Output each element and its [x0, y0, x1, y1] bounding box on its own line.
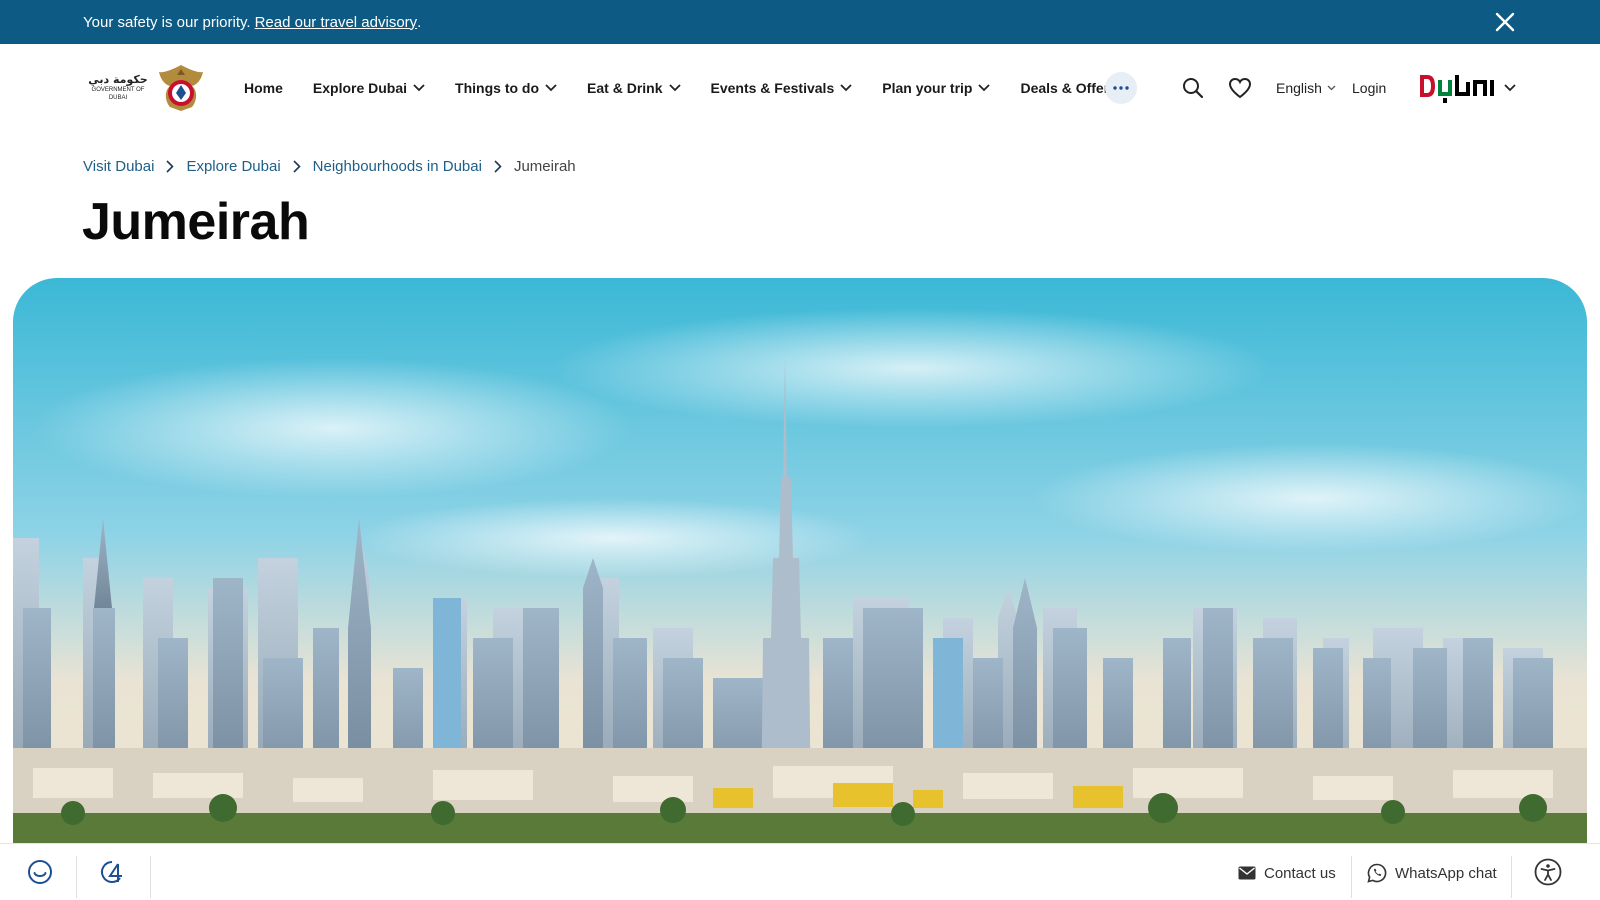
nav-label: Things to do — [455, 80, 540, 96]
language-selector[interactable]: English — [1276, 74, 1336, 102]
smiley-icon — [28, 860, 52, 884]
chevron-down-icon — [413, 84, 425, 92]
dubai-wordmark-logo — [1420, 75, 1494, 103]
chevron-down-icon — [1327, 85, 1336, 91]
nav-item-things-to-do[interactable]: Things to do — [455, 80, 557, 96]
nav-label: Home — [244, 80, 283, 96]
breadcrumb-neighbourhoods[interactable]: Neighbourhoods in Dubai — [313, 158, 482, 175]
chevron-right-icon — [494, 160, 502, 173]
accessibility-button[interactable] — [1528, 850, 1568, 894]
clock-24-icon — [101, 861, 122, 883]
search-button[interactable] — [1182, 74, 1204, 102]
favorites-button[interactable] — [1228, 74, 1252, 102]
chevron-down-icon — [1504, 84, 1516, 92]
gov-logo-english: GOVERNMENT OF DUBAI — [91, 87, 145, 101]
breadcrumb-current: Jumeirah — [513, 158, 576, 175]
main-navigation: Home Explore Dubai Things to do Eat & Dr… — [244, 72, 1165, 104]
falcon-emblem-icon — [159, 65, 203, 111]
nav-item-eat-drink[interactable]: Eat & Drink — [587, 80, 681, 96]
nav-label: Eat & Drink — [587, 80, 663, 96]
heart-icon — [1228, 77, 1252, 99]
footer-divider — [76, 856, 77, 898]
travel-advisory-link[interactable]: Read our travel advisory — [255, 14, 418, 31]
nav-label: Deals & Offers — [1020, 80, 1117, 96]
breadcrumb-visit-dubai[interactable]: Visit Dubai — [83, 158, 154, 175]
page-title: Jumeirah — [82, 193, 310, 251]
whatsapp-chat-link[interactable]: WhatsApp chat — [1367, 856, 1497, 890]
feedback-button[interactable] — [20, 850, 60, 894]
nav-label: Events & Festivals — [710, 80, 835, 96]
nav-label: Explore Dubai — [312, 80, 408, 96]
login-link[interactable]: Login — [1352, 74, 1386, 102]
service-24-button[interactable] — [90, 850, 134, 894]
nav-item-plan-your-trip[interactable]: Plan your trip — [882, 80, 991, 96]
search-icon — [1183, 78, 1204, 99]
close-icon[interactable] — [1494, 11, 1516, 33]
advisory-link-suffix: . — [417, 13, 422, 31]
more-menu-button[interactable] — [1105, 72, 1137, 104]
nav-item-explore-dubai[interactable]: Explore Dubai — [313, 80, 425, 96]
gov-logo-text: حكومة دبي GOVERNMENT OF DUBAI — [82, 74, 154, 102]
login-label: Login — [1352, 80, 1387, 96]
chevron-down-icon — [545, 84, 557, 92]
whatsapp-chat-label: WhatsApp chat — [1395, 864, 1497, 882]
mail-icon — [1238, 866, 1256, 880]
hero-image — [13, 278, 1587, 853]
gov-logo-arabic: حكومة دبي — [88, 73, 148, 86]
footer-bar: Contact us WhatsApp chat — [0, 843, 1600, 900]
breadcrumb: Visit Dubai Explore Dubai Neighbourhoods… — [83, 158, 576, 175]
dubai-skyline-image — [13, 278, 1587, 853]
chevron-down-icon — [840, 84, 852, 92]
footer-divider — [1351, 856, 1352, 898]
nav-label: Plan your trip — [882, 80, 973, 96]
advisory-message: Your safety is our priority. — [83, 13, 251, 31]
nav-item-home[interactable]: Home — [244, 80, 283, 96]
contact-us-link[interactable]: Contact us — [1238, 856, 1336, 890]
contact-us-label: Contact us — [1264, 864, 1336, 882]
language-label: English — [1276, 80, 1322, 96]
advisory-banner: Your safety is our priority. Read our tr… — [0, 0, 1600, 44]
chevron-down-icon — [668, 84, 681, 92]
chevron-right-icon — [166, 160, 175, 173]
dubai-brand-logo[interactable] — [1418, 70, 1518, 106]
breadcrumb-explore-dubai[interactable]: Explore Dubai — [186, 158, 280, 175]
more-dots-icon — [1113, 86, 1129, 90]
chevron-right-icon — [293, 160, 301, 173]
government-of-dubai-logo[interactable]: حكومة دبي GOVERNMENT OF DUBAI — [82, 62, 206, 114]
whatsapp-icon — [1367, 863, 1387, 883]
footer-divider — [1511, 856, 1512, 898]
footer-divider — [150, 856, 151, 898]
nav-item-events-festivals[interactable]: Events & Festivals — [711, 80, 853, 96]
chevron-down-icon — [978, 84, 991, 92]
accessibility-icon — [1534, 858, 1562, 886]
